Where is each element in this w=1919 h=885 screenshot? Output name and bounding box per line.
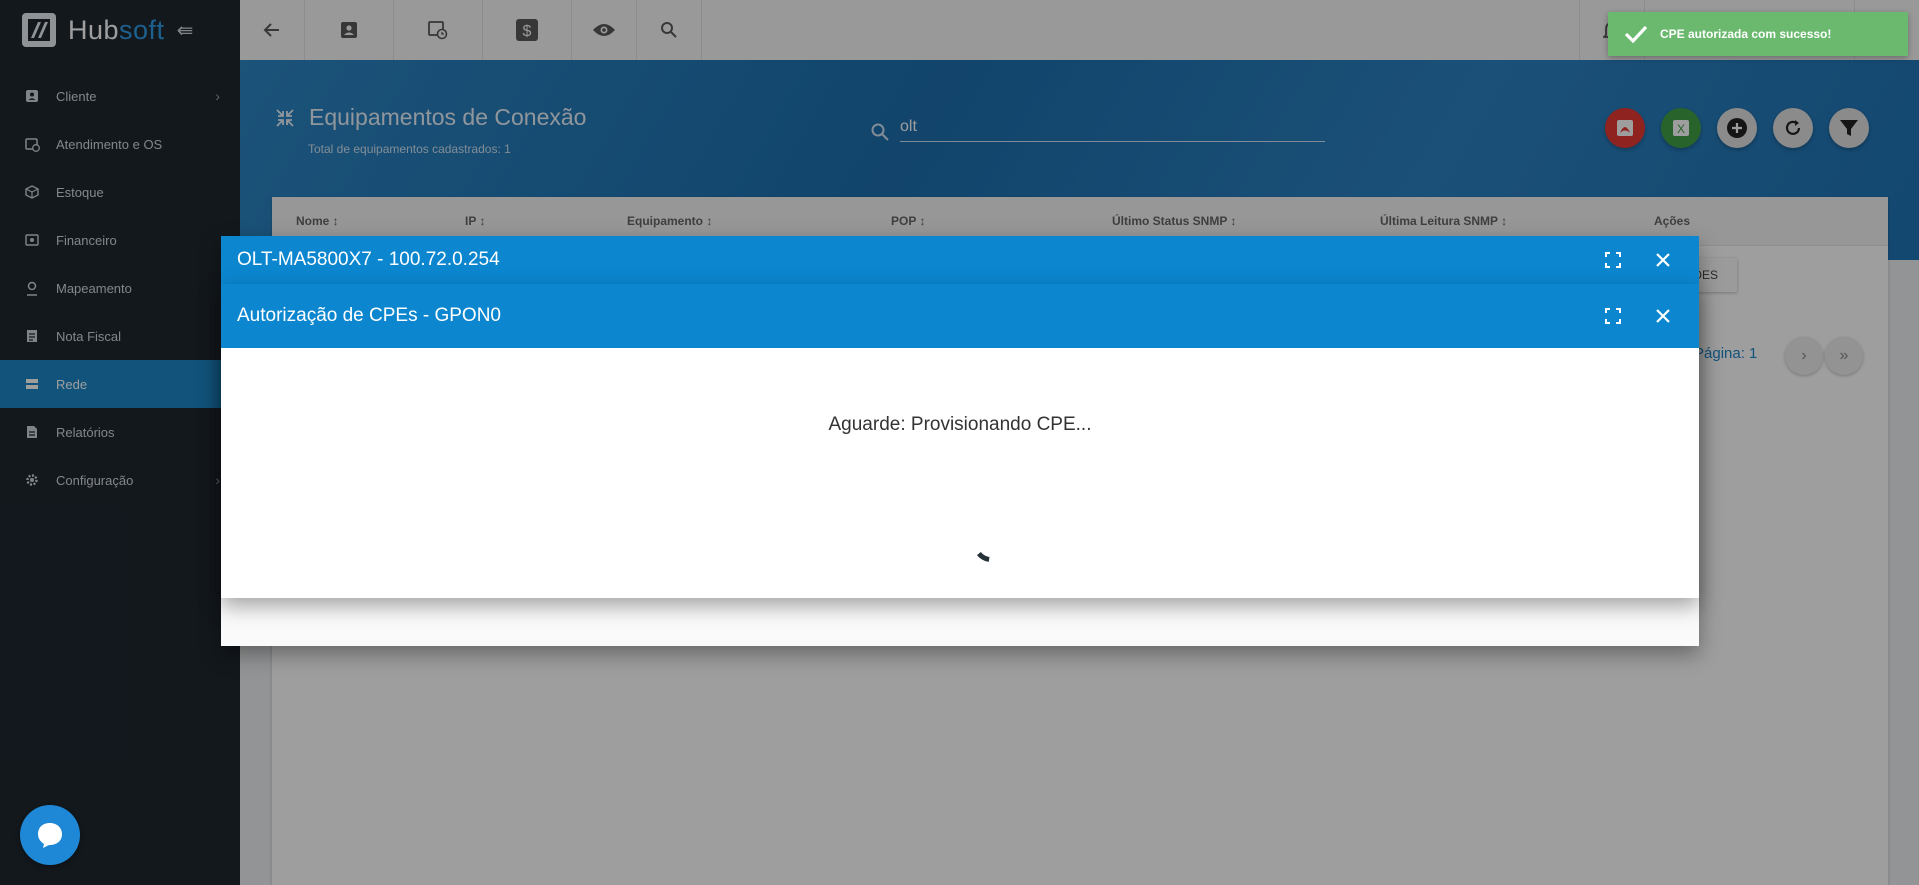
fullscreen-icon[interactable] — [1605, 252, 1621, 268]
chat-widget-button[interactable] — [20, 805, 80, 865]
loading-spinner-icon — [976, 539, 1010, 563]
cpe-dialog-title: Autorização de CPEs - GPON0 — [237, 305, 501, 326]
olt-dialog-title: OLT-MA5800X7 - 100.72.0.254 — [237, 249, 500, 270]
olt-dialog-header: OLT-MA5800X7 - 100.72.0.254 — [221, 236, 1699, 284]
cpe-dialog-controls — [1605, 284, 1671, 348]
success-toast[interactable]: CPE autorizada com sucesso! — [1608, 12, 1908, 56]
fullscreen-icon[interactable] — [1605, 308, 1621, 324]
olt-dialog-controls — [1605, 236, 1671, 284]
toast-message: CPE autorizada com sucesso! — [1660, 27, 1832, 41]
close-icon[interactable] — [1655, 308, 1671, 324]
close-icon[interactable] — [1655, 252, 1671, 268]
chat-bubble-icon — [38, 823, 62, 848]
cpe-authorization-dialog: Autorização de CPEs - GPON0 Aguarde: Pro… — [221, 284, 1699, 598]
checkmark-icon — [1624, 25, 1648, 44]
cpe-dialog-header: Autorização de CPEs - GPON0 — [221, 284, 1699, 348]
provisioning-message: Aguarde: Provisionando CPE... — [828, 414, 1092, 435]
